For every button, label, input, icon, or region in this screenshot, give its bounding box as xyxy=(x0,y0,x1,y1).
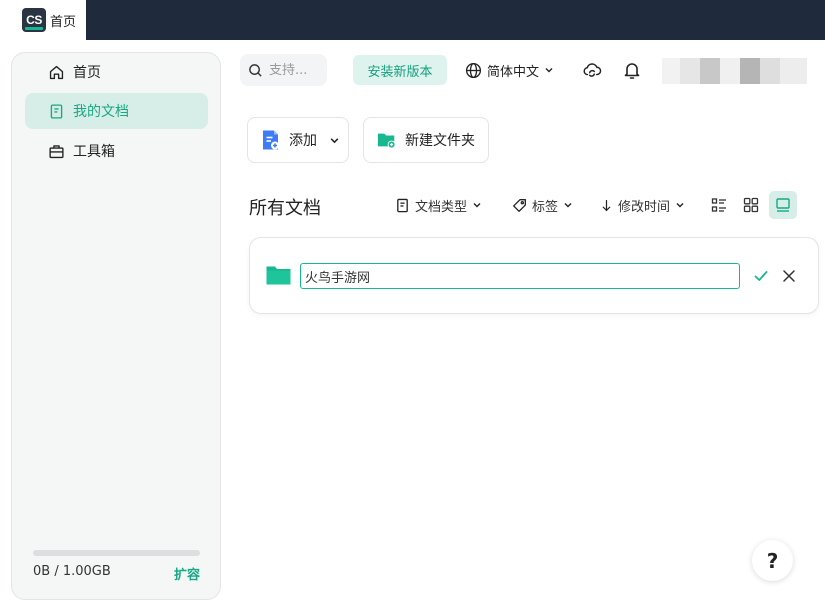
list-view-button[interactable] xyxy=(705,191,733,219)
add-document-icon xyxy=(263,130,279,150)
chevron-down-icon xyxy=(676,203,684,208)
sidebar-item-label: 首页 xyxy=(73,65,101,81)
globe-icon xyxy=(465,62,482,78)
search-input[interactable] xyxy=(269,62,325,78)
sidebar-item-my-docs[interactable]: 我的文档 xyxy=(25,93,208,129)
sidebar-item-home[interactable]: 首页 xyxy=(25,54,208,90)
modified-time-label: 修改时间 xyxy=(618,199,671,215)
grid-view-icon xyxy=(743,197,759,213)
card-view-icon xyxy=(776,198,790,212)
home-icon xyxy=(49,65,64,79)
storage-progress xyxy=(33,550,200,556)
add-button[interactable]: 添加 xyxy=(247,117,349,163)
title-bar: CS 首页 xyxy=(0,0,825,40)
card-view-button[interactable] xyxy=(769,191,797,219)
bell-icon xyxy=(624,63,640,79)
chevron-down-icon xyxy=(564,203,572,208)
tags-filter[interactable]: 标签 xyxy=(512,194,573,216)
sidebar-item-toolbox[interactable]: 工具箱 xyxy=(25,133,208,169)
language-label: 简体中文 xyxy=(487,64,540,80)
tab-home[interactable]: CS 首页 xyxy=(0,0,86,40)
language-selector[interactable]: 简体中文 xyxy=(465,55,554,85)
tab-title: 首页 xyxy=(50,14,77,30)
sidebar-item-label: 我的文档 xyxy=(73,104,129,120)
cloud-sync-button[interactable] xyxy=(580,58,604,82)
tags-filter-label: 标签 xyxy=(532,199,559,215)
app-logo: CS xyxy=(22,8,46,32)
add-button-label: 添加 xyxy=(289,133,317,149)
new-folder-icon xyxy=(377,133,396,149)
chevron-down-icon xyxy=(545,68,553,73)
sidebar-item-label: 工具箱 xyxy=(73,144,115,160)
user-account-blurred[interactable] xyxy=(662,58,807,84)
close-icon[interactable] xyxy=(782,269,796,283)
document-type-icon xyxy=(397,198,408,212)
doc-type-filter-label: 文档类型 xyxy=(415,199,468,215)
chevron-down-icon xyxy=(330,137,339,143)
folder-icon xyxy=(266,266,291,285)
new-folder-button-label: 新建文件夹 xyxy=(405,133,475,149)
new-folder-card xyxy=(249,237,819,314)
install-new-version-button[interactable]: 安装新版本 xyxy=(353,55,447,85)
page-title: 所有文档 xyxy=(249,198,321,219)
chevron-down-icon xyxy=(473,203,481,208)
notifications-button[interactable] xyxy=(620,58,644,82)
cloud-sync-icon xyxy=(583,63,602,77)
tag-icon xyxy=(513,198,526,212)
folder-name-input[interactable] xyxy=(300,263,740,289)
new-folder-button[interactable]: 新建文件夹 xyxy=(363,117,489,163)
grid-view-button[interactable] xyxy=(737,191,765,219)
storage-usage-text: 0B / 1.00GB xyxy=(33,564,111,579)
toolbox-icon xyxy=(49,144,64,158)
search-box[interactable] xyxy=(240,54,327,86)
search-icon xyxy=(249,63,262,77)
check-icon[interactable] xyxy=(753,268,769,284)
help-button[interactable]: ? xyxy=(752,540,793,581)
sidebar: 首页 我的文档 工具箱 0B / 1.00GB 扩容 xyxy=(11,52,221,600)
list-view-icon xyxy=(711,198,726,212)
expand-storage-link[interactable]: 扩容 xyxy=(174,564,200,583)
arrow-down-icon xyxy=(602,199,611,211)
document-icon xyxy=(50,103,63,119)
modified-time-sort[interactable]: 修改时间 xyxy=(600,194,685,216)
doc-type-filter[interactable]: 文档类型 xyxy=(395,194,482,216)
